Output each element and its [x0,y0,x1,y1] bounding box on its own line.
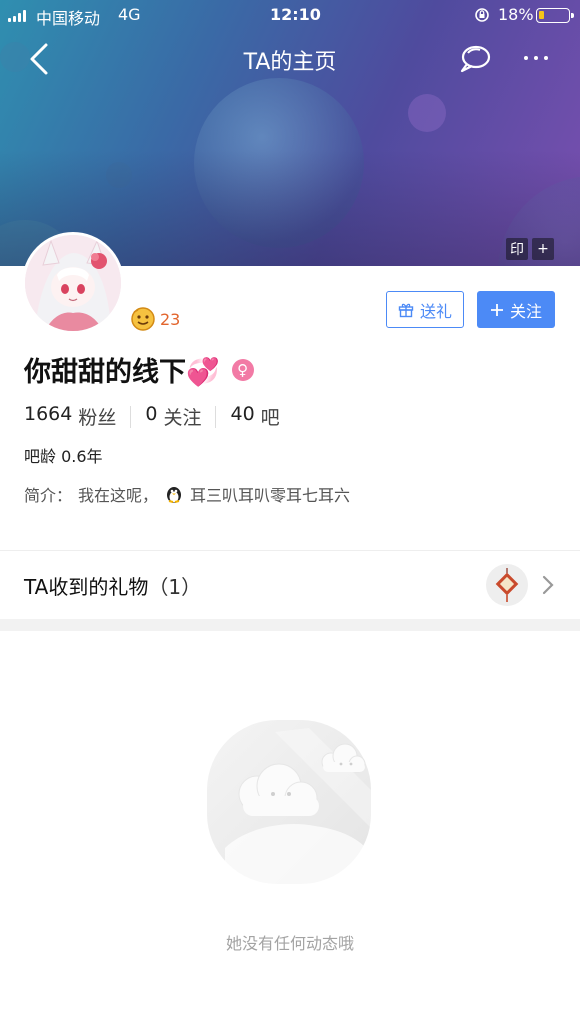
plus-icon [490,303,503,316]
intro-text: 我在这呢， [78,486,159,505]
profile-banner: 中国移动 4G 12:10 18% TA的主页 印 + [0,0,580,266]
bar-age: 吧龄 0.6年 [24,443,103,467]
gifts-title: TA收到的礼物（1） [24,571,201,600]
network-type: 4G [118,5,141,24]
stats-row: 1664 粉丝 0 关注 40 吧 [24,403,280,430]
carrier-name: 中国移动 [36,9,101,28]
intro-qq: 耳三叭耳叭零耳七耳六 [190,486,351,505]
banner-bubble [408,94,446,132]
gifts-count: （1） [148,575,202,599]
female-gender-icon: ♀ [231,358,254,381]
status-bar: 中国移动 4G 12:10 18% [0,0,580,30]
rotation-lock-icon [475,8,489,22]
bars-stat[interactable]: 40 吧 [230,403,279,430]
avatar[interactable] [22,232,124,334]
add-button[interactable]: + [532,238,554,260]
empty-clouds-icon [207,720,373,888]
lantern-gift-icon [495,568,519,602]
avatar-image [25,235,121,331]
stamp-button[interactable]: 印 [506,238,528,260]
clock: 12:10 [270,5,321,24]
send-gift-button[interactable]: 送礼 [386,291,464,328]
bar-age-value: 0.6年 [61,447,103,466]
gifts-title-text: TA收到的礼物 [24,575,149,599]
following-stat[interactable]: 0 关注 [145,403,201,430]
qq-penguin-icon [167,487,182,503]
following-label: 关注 [163,407,202,429]
empty-feed-text: 她没有任何动态哦 [225,934,354,953]
gift-icon [398,303,414,317]
fans-count: 1664 [24,403,73,425]
level-number: 23 [160,309,181,329]
bar-age-label: 吧龄 [24,447,57,466]
signal-icon [8,10,26,22]
bars-label: 吧 [260,407,280,429]
gift-thumbnail [486,564,528,606]
battery-fill [539,11,544,19]
fans-stat[interactable]: 1664 粉丝 [24,403,116,430]
gifts-row[interactable]: TA收到的礼物（1） [0,551,580,619]
chat-bubbles-icon[interactable] [458,44,492,74]
send-gift-label: 送礼 [419,301,452,321]
intro-label: 简介： [24,486,73,505]
more-dots-icon[interactable] [524,50,556,66]
divider [215,405,217,428]
intro: 简介： 我在这呢， 耳三叭耳叭零耳七耳六 [24,482,350,506]
name-row: 你甜甜的线下💞 ♀ [24,350,254,389]
banner-tools: 印 + [506,238,554,260]
battery-icon [536,8,574,23]
following-count: 0 [145,403,158,425]
bars-count: 40 [230,403,255,425]
follow-button[interactable]: 关注 [477,291,555,328]
battery-percent: 18% [498,5,534,24]
divider [130,405,132,428]
section-gap [0,619,580,631]
page-title: TA的主页 [243,50,337,75]
level-face-icon [131,307,155,331]
follow-label: 关注 [509,301,542,321]
fans-label: 粉丝 [78,407,117,429]
level-badge[interactable]: 23 [130,306,180,332]
user-name: 你甜甜的线下💞 [24,357,220,388]
chevron-right-icon [542,575,554,595]
